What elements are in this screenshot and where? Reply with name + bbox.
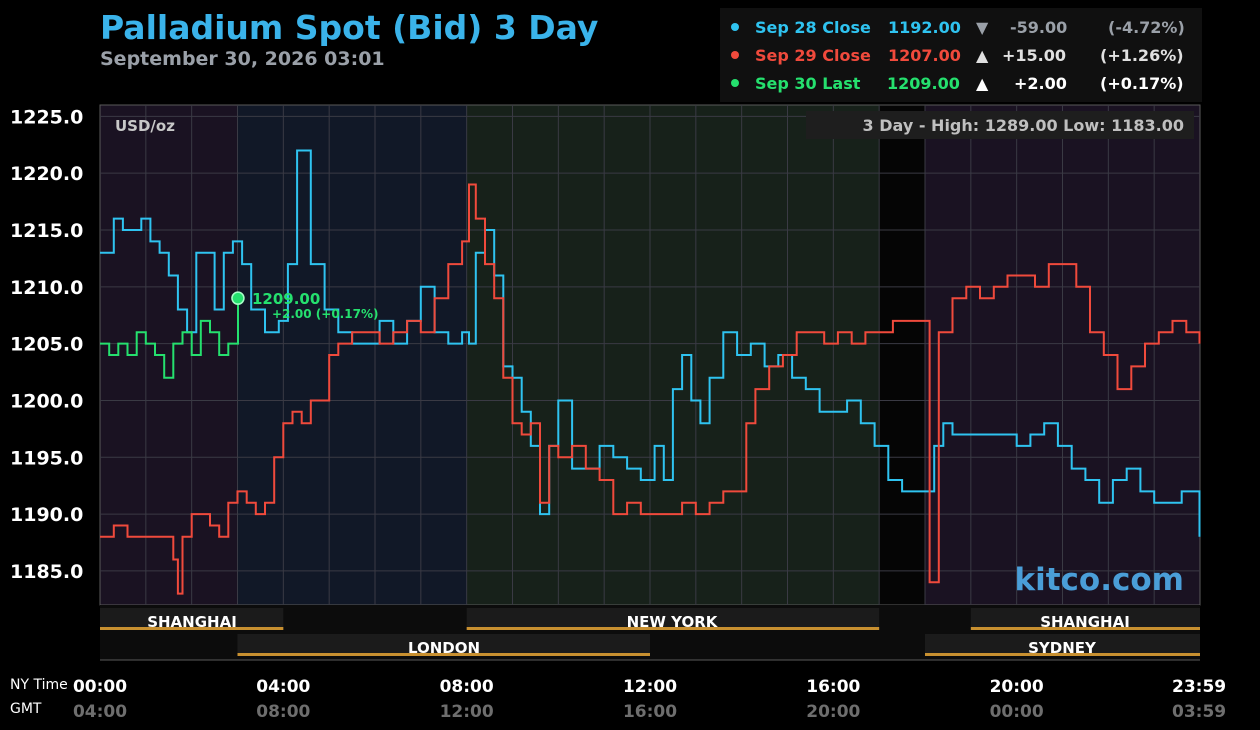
y-tick-label: 1195.0 [10,447,83,469]
gmt-label: GMT [10,701,42,717]
x-tick-ny: 16:00 [806,677,860,697]
session-label-london: LONDON [408,639,480,657]
x-tick-gmt: 20:00 [806,702,860,722]
last-change-label: +2.00 (+0.17%) [272,307,379,321]
x-tick-ny: 20:00 [990,677,1044,697]
session-band [466,105,880,605]
session-label-sydney: SYDNEY [1028,639,1097,657]
y-tick-label: 1225.0 [10,106,83,128]
x-axis: NY Time GMT 00:00 04:00 04:00 08:00 08:00 12:… [10,677,1226,722]
y-tick-label: 1215.0 [10,220,83,242]
x-tick-ny: 04:00 [256,677,310,697]
session-label-new-york: NEW YORK [627,613,719,631]
x-tick-gmt: 08:00 [256,702,310,722]
session-bars: SHANGHAI NEW YORK SHANGHAI LONDON SYDNEY [100,605,1200,661]
session-band [100,105,238,605]
y-tick-label: 1185.0 [10,561,83,583]
x-tick-ny: 23:59 [1172,677,1226,697]
range-text: 3 Day - High: 1289.00 Low: 1183.00 [863,116,1184,135]
price-chart: 1185.0 1190.0 1195.0 1200.0 1205.0 1210.0 1215… [10,104,1226,722]
x-tick-ny: 12:00 [623,677,677,697]
x-tick-gmt: 00:00 [990,702,1044,722]
y-tick-label: 1205.0 [10,334,83,356]
x-tick-gmt: 04:00 [73,702,127,722]
unit-label: USD/oz [115,117,175,135]
x-tick-ny: 08:00 [440,677,494,697]
y-tick-label: 1190.0 [10,504,83,526]
x-tick-gmt: 03:59 [1172,702,1226,722]
session-label-shanghai: SHANGHAI [147,613,237,631]
y-axis: 1185.0 1190.0 1195.0 1200.0 1205.0 1210.0 1215… [10,106,83,583]
x-tick-gmt: 16:00 [623,702,677,722]
x-tick-ny: 00:00 [73,677,127,697]
session-band [237,105,467,605]
session-band [879,105,925,605]
y-tick-label: 1220.0 [10,163,83,185]
y-tick-label: 1200.0 [10,390,83,412]
watermark-logo: kitco.com [1015,562,1185,598]
x-tick-gmt: 12:00 [440,702,494,722]
last-price-label: 1209.00 [252,290,320,308]
session-label-shanghai: SHANGHAI [1040,613,1130,631]
ny-time-label: NY Time [10,677,68,693]
last-price-dot [231,291,245,305]
y-tick-label: 1210.0 [10,277,83,299]
